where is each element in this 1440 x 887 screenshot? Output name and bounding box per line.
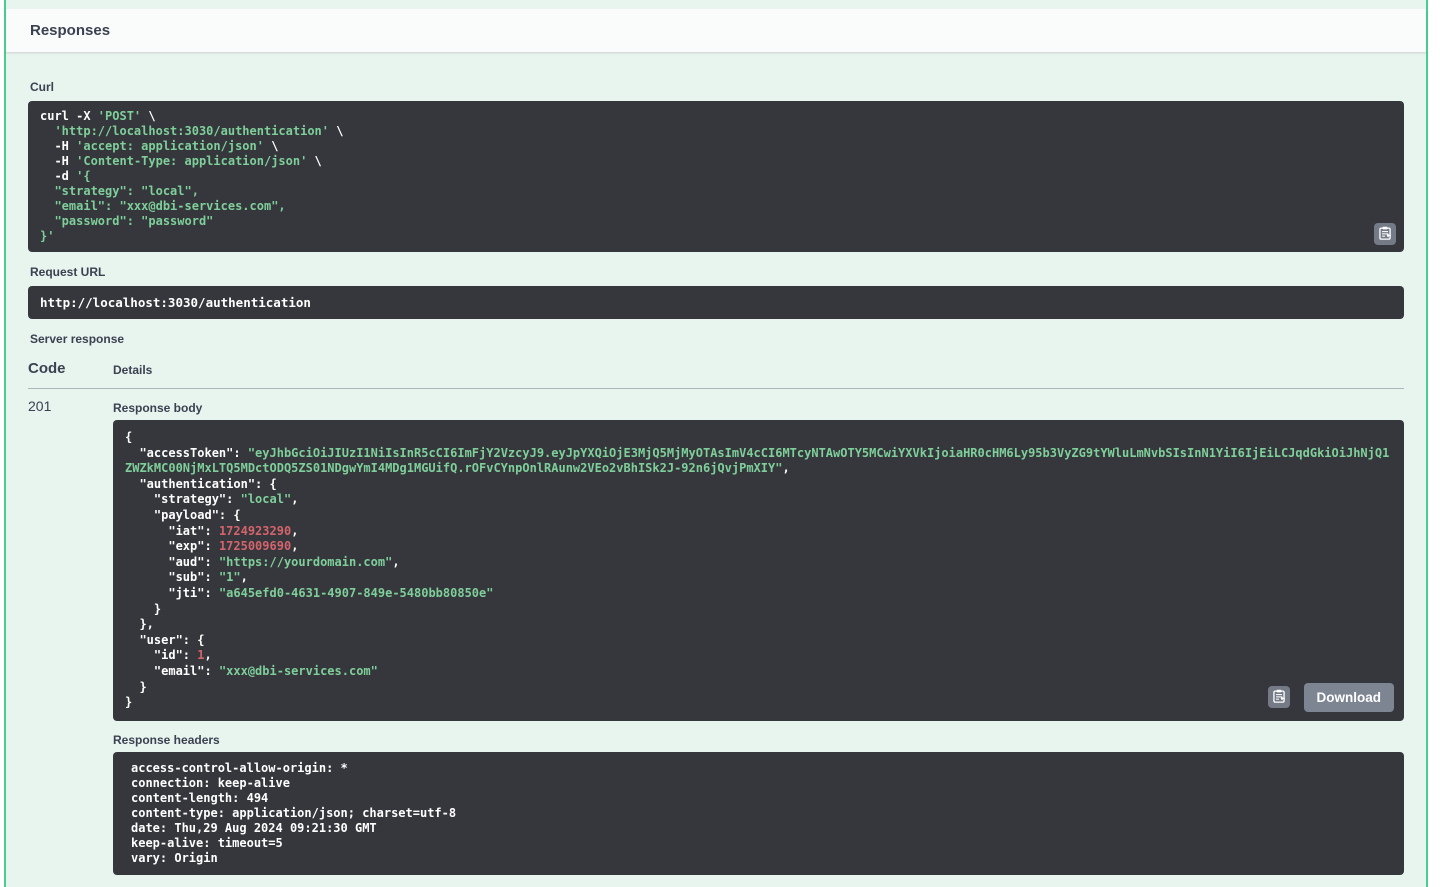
server-response-label: Server response <box>30 332 125 346</box>
response-body-label: Response body <box>113 401 203 415</box>
code-column-header: Code <box>28 360 66 377</box>
details-column-header: Details <box>113 363 153 377</box>
response-body-actions: Download <box>1267 682 1394 712</box>
response-row-201: 201 Response body { "accessToken": "eyJh… <box>28 389 1404 883</box>
curl-command-block: curl -X 'POST' \ 'http://localhost:3030/… <box>28 101 1404 252</box>
clipboard-copy-icon <box>1272 689 1286 706</box>
swagger-ui-page: Responses Curl curl -X 'POST' \ 'http://… <box>0 0 1440 887</box>
download-button[interactable]: Download <box>1303 682 1394 712</box>
responses-section-header: Responses <box>6 9 1426 53</box>
responses-body: Curl curl -X 'POST' \ 'http://localhost:… <box>6 80 1426 883</box>
curl-command-text: curl -X 'POST' \ 'http://localhost:3030/… <box>40 109 344 243</box>
response-body-block: { "accessToken": "eyJhbGciOiJIUzI1NiIsIn… <box>113 420 1404 721</box>
response-table-header: Code Details <box>28 360 1404 389</box>
request-url-label: Request URL <box>30 265 106 279</box>
response-headers-block: access-control-allow-origin: * connection… <box>113 751 1404 875</box>
copy-to-clipboard-button[interactable] <box>1374 223 1396 245</box>
server-response-table: Code Details 201 Response body { "access… <box>28 360 1404 883</box>
response-headers-text: access-control-allow-origin: * connection… <box>131 760 457 865</box>
request-url-block: http://localhost:3030/authentication <box>28 286 1404 319</box>
clipboard-copy-icon <box>1378 226 1392 243</box>
opblock-post-responses: Responses Curl curl -X 'POST' \ 'http://… <box>4 0 1428 887</box>
curl-label: Curl <box>30 80 54 94</box>
copy-to-clipboard-button[interactable] <box>1267 686 1290 709</box>
status-code: 201 <box>28 398 52 414</box>
request-url-value: http://localhost:3030/authentication <box>40 295 311 310</box>
response-headers-label: Response headers <box>113 732 220 747</box>
responses-title: Responses <box>30 22 111 39</box>
response-body-text: { "accessToken": "eyJhbGciOiJIUzI1NiIsIn… <box>125 430 1390 710</box>
